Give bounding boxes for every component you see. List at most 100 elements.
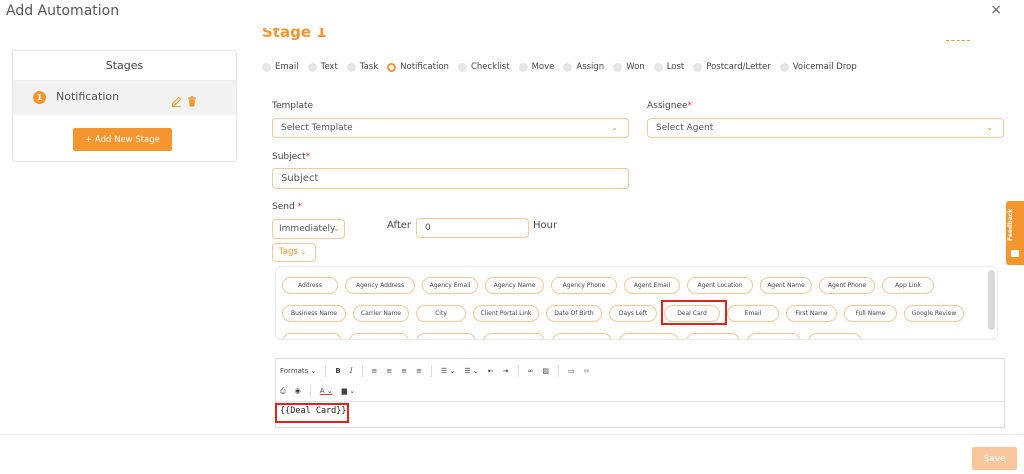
- required-mark: *: [687, 101, 693, 111]
- italic-icon[interactable]: I: [350, 367, 353, 375]
- tag-chip-agency-email[interactable]: Agency Email: [422, 277, 478, 294]
- tag-chip-days-left[interactable]: Days Left: [609, 305, 657, 322]
- tag-chip[interactable]: [349, 333, 409, 339]
- align-center-icon[interactable]: ≡: [386, 367, 392, 375]
- tag-chip[interactable]: [747, 333, 801, 339]
- save-button[interactable]: Save: [972, 447, 1017, 470]
- radio-dot: [457, 62, 467, 72]
- send-timing-value: Immediately: [279, 224, 336, 234]
- preview-icon[interactable]: ◉: [295, 387, 301, 395]
- tag-chip[interactable]: [808, 333, 862, 339]
- tag-chip-app-link[interactable]: App Link: [882, 277, 934, 294]
- required-mark: *: [305, 152, 311, 162]
- tag-chip-carrier-name[interactable]: Carrier Name: [353, 305, 409, 322]
- chevron-down-icon: ⌄: [986, 123, 993, 132]
- tag-chip-address[interactable]: Address: [282, 277, 338, 294]
- action-type-option-notification[interactable]: Notification: [387, 62, 449, 72]
- tag-chip-agency-address[interactable]: Agency Address: [345, 277, 415, 294]
- add-new-stage-button[interactable]: + Add New Stage: [73, 128, 172, 151]
- edit-icon[interactable]: [171, 92, 182, 111]
- action-type-option-won[interactable]: Won: [613, 62, 645, 72]
- tag-chip-city[interactable]: City: [416, 305, 466, 322]
- radio-label: Notification: [400, 62, 449, 72]
- action-type-option-task[interactable]: Task: [346, 62, 378, 72]
- template-select[interactable]: Select Template ⌄: [272, 118, 629, 138]
- bold-icon[interactable]: B: [335, 367, 340, 375]
- tag-chip-google-review[interactable]: Google Review: [904, 305, 964, 322]
- stage-item-notification[interactable]: 1 Notification: [13, 81, 236, 115]
- action-type-option-move[interactable]: Move: [518, 62, 555, 72]
- chevron-down-icon: ⌄: [333, 224, 340, 233]
- tag-chip-business-name[interactable]: Business Name: [282, 305, 346, 322]
- align-right-icon[interactable]: ≡: [401, 367, 407, 375]
- align-left-icon[interactable]: ≡: [372, 367, 378, 375]
- stages-panel: Stages 1 Notification + Add New Stage: [12, 50, 237, 162]
- delete-stage-link[interactable]: [946, 40, 970, 42]
- tag-chip-agency-name[interactable]: Agency Name: [485, 277, 544, 294]
- tag-chip-full-name[interactable]: Full Name: [844, 305, 897, 322]
- after-hours-input[interactable]: 0: [416, 218, 529, 238]
- subject-input[interactable]: [272, 168, 629, 189]
- radio-dot: [653, 62, 663, 72]
- radio-label: Move: [531, 62, 555, 72]
- tag-chip-agent-email[interactable]: Agent Email: [624, 277, 680, 294]
- tag-chip[interactable]: [416, 333, 476, 339]
- action-type-option-assign[interactable]: Assign: [563, 62, 604, 72]
- window-header: Add Automation ×: [0, 0, 1024, 26]
- tag-chip[interactable]: [552, 333, 612, 339]
- action-type-option-lost[interactable]: Lost: [653, 62, 684, 72]
- link-icon[interactable]: ∞: [528, 367, 534, 375]
- tag-chip[interactable]: [282, 333, 342, 339]
- tag-chip[interactable]: [483, 333, 545, 339]
- code-icon[interactable]: ‹›: [584, 367, 590, 375]
- tag-chip-agent-name[interactable]: Agent Name: [760, 277, 812, 294]
- formats-dropdown[interactable]: Formats ⌄: [280, 367, 316, 375]
- radio-dot: [613, 62, 623, 72]
- image-icon[interactable]: ▨: [542, 367, 549, 375]
- assignee-label: Assignee*: [647, 101, 692, 111]
- action-type-option-voicemail-drop[interactable]: Voicemail Drop: [779, 62, 857, 72]
- media-icon[interactable]: ▭: [568, 367, 575, 375]
- tag-chip[interactable]: [686, 333, 740, 339]
- print-icon[interactable]: ⎙: [280, 387, 286, 396]
- tags-panel: Address Agency Address Agency Email Agency …: [275, 266, 998, 340]
- tags-row-2: Business Name Carrier Name City Client Port…: [282, 305, 971, 322]
- tag-chip-agent-location[interactable]: Agent Location: [687, 277, 753, 294]
- tags-dropdown-button[interactable]: Tags ⌄: [272, 243, 316, 262]
- tags-row-1: Address Agency Address Agency Email Agency …: [282, 277, 941, 294]
- tag-chip-first-name[interactable]: First Name: [786, 305, 837, 322]
- background-color-icon[interactable]: ▆ ⌄: [342, 387, 355, 395]
- tag-chip-client-portal-link[interactable]: Client Portal Link: [473, 305, 539, 322]
- radio-dot: [262, 62, 271, 72]
- indent-icon[interactable]: ⇥: [503, 367, 509, 375]
- tag-chip-date-of-birth[interactable]: Date Of Birth: [546, 305, 602, 322]
- radio-dot: [307, 62, 317, 72]
- radio-label: Postcard/Letter: [706, 62, 771, 72]
- tag-chip-agency-phone[interactable]: Agency Phone: [551, 277, 617, 294]
- action-type-option-postcard-letter[interactable]: Postcard/Letter: [693, 62, 771, 72]
- trash-icon[interactable]: [187, 92, 197, 111]
- tags-scrollbar[interactable]: [988, 270, 995, 330]
- numbered-list-icon[interactable]: ☰ ⌄: [464, 367, 478, 375]
- tag-chip-email[interactable]: Email: [727, 305, 779, 322]
- tag-chip-agent-phone[interactable]: Agent Phone: [819, 277, 875, 294]
- action-type-option-text[interactable]: Text: [307, 62, 338, 72]
- template-select-value: Select Template: [281, 123, 353, 133]
- outdent-icon[interactable]: ⇤: [488, 367, 494, 375]
- assignee-select[interactable]: Select Agent ⌄: [647, 118, 1004, 138]
- feedback-tab[interactable]: Feedback: [1006, 201, 1024, 265]
- rich-text-editor: Formats ⌄ B I ≡ ≡ ≡ ≡ ☰ ⌄ ☰ ⌄ ⇤ ⇥ ∞ ▨ ▭ …: [275, 358, 1005, 428]
- hour-unit-label: Hour: [533, 220, 558, 231]
- tag-chip[interactable]: [619, 333, 679, 339]
- bullet-list-icon[interactable]: ☰ ⌄: [441, 367, 455, 375]
- radio-dot: [387, 62, 397, 72]
- action-type-option-checklist[interactable]: Checklist: [457, 62, 510, 72]
- radio-label: Assign: [576, 62, 605, 72]
- assignee-label-text: Assignee: [647, 101, 688, 111]
- footer-bar: [0, 434, 1024, 474]
- align-justify-icon[interactable]: ≡: [416, 367, 422, 375]
- action-type-option-email[interactable]: Email: [262, 62, 299, 72]
- send-timing-select[interactable]: Immediately ⌄: [272, 219, 345, 239]
- text-color-icon[interactable]: A ⌄: [320, 387, 333, 395]
- close-icon[interactable]: ×: [990, 2, 1002, 18]
